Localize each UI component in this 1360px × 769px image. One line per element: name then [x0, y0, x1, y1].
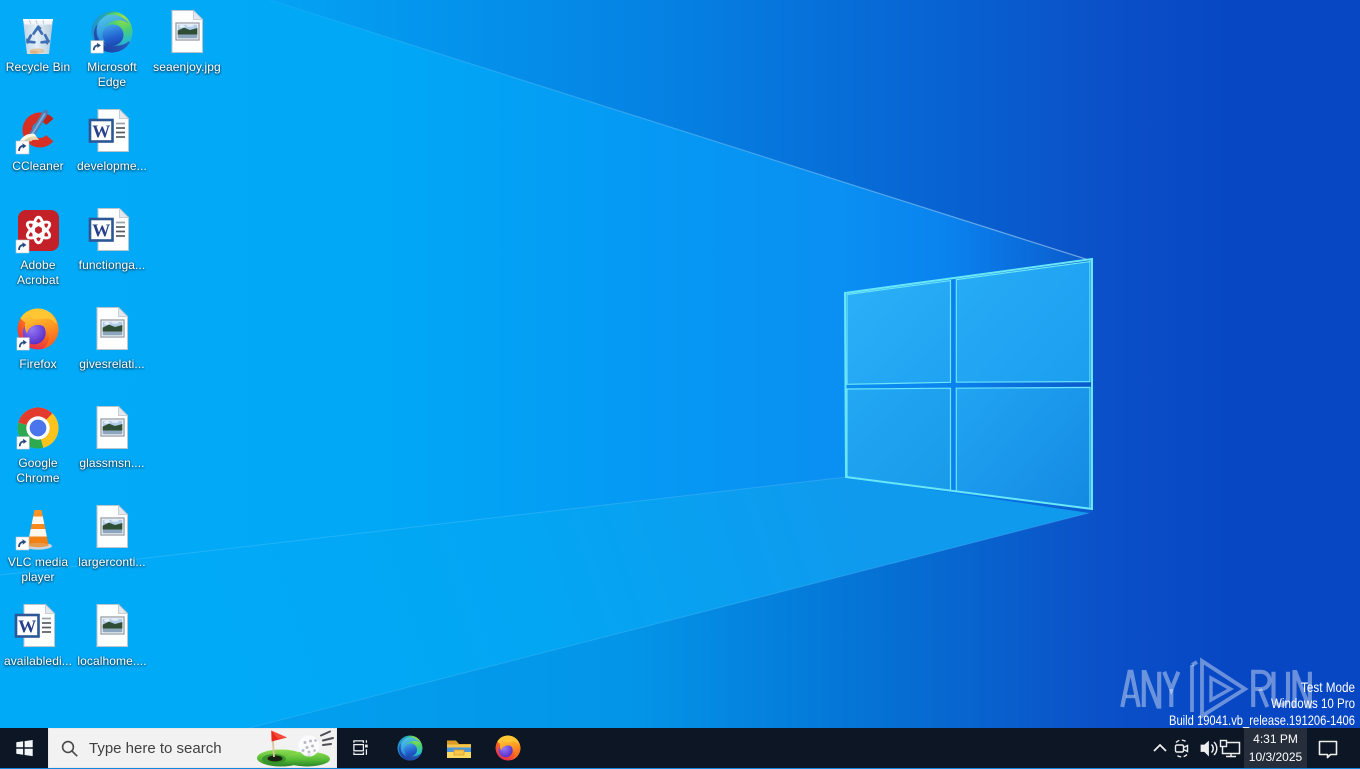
svg-text:W: W [92, 122, 110, 142]
svg-text:W: W [18, 617, 36, 637]
svg-text:W: W [92, 221, 110, 241]
